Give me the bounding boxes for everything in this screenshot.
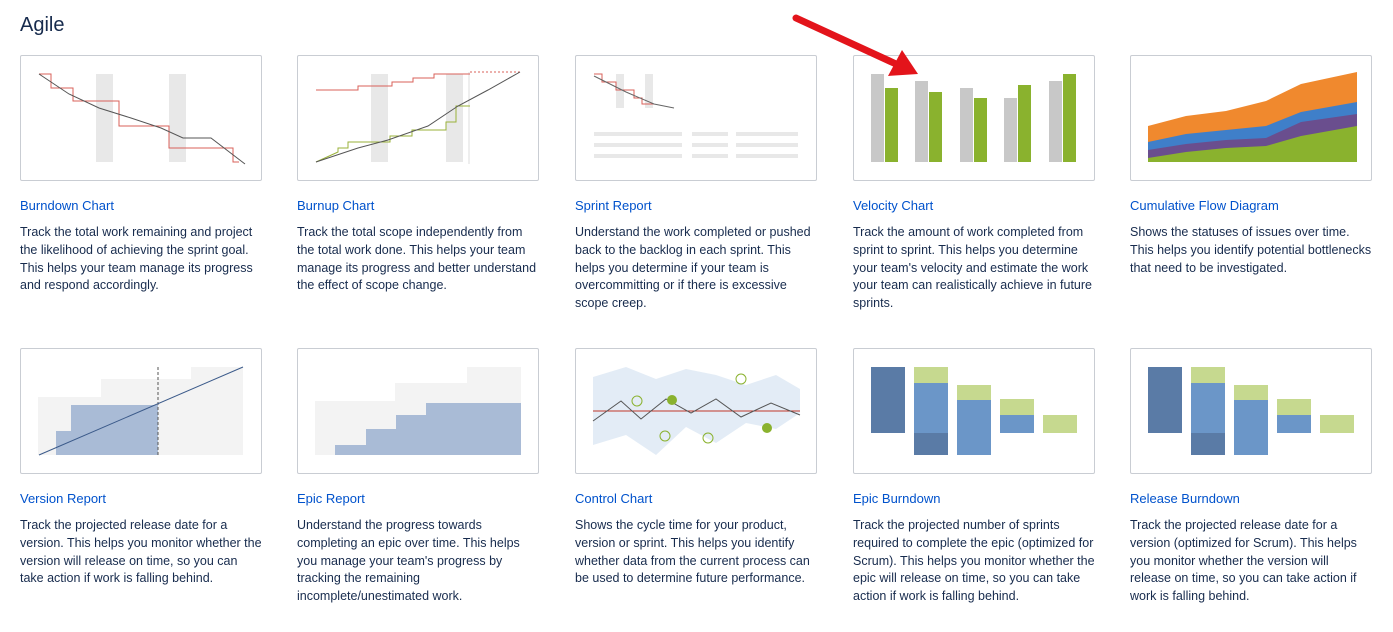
report-card-burndown: Burndown Chart Track the total work rema…: [20, 55, 262, 295]
report-card-velocity: Velocity Chart Track the amount of work …: [853, 55, 1095, 313]
report-link-burnup-chart[interactable]: Burnup Chart: [297, 198, 539, 214]
section-title: Agile: [20, 14, 65, 36]
control-chart-thumbnail[interactable]: [575, 348, 817, 474]
report-card-epic-burndown: Epic Burndown Track the projected number…: [853, 348, 1095, 606]
report-description: Understand the work completed or pushed …: [575, 225, 811, 311]
report-card-version: Version Report Track the projected relea…: [20, 348, 262, 588]
report-description: Understand the progress towards completi…: [297, 518, 520, 604]
report-description: Track the total scope independently from…: [297, 225, 537, 293]
report-link-epic-burndown[interactable]: Epic Burndown: [853, 491, 1095, 507]
burnup-chart-thumbnail[interactable]: [297, 55, 539, 181]
report-description: Shows the statuses of issues over time. …: [1130, 225, 1372, 275]
report-link-version-report[interactable]: Version Report: [20, 491, 262, 507]
report-description: Track the amount of work completed from …: [853, 225, 1093, 311]
report-link-burndown-chart[interactable]: Burndown Chart: [20, 198, 262, 214]
report-description: Track the projected release date for a v…: [20, 518, 262, 586]
report-card-cumulative-flow: Cumulative Flow Diagram Shows the status…: [1130, 55, 1372, 277]
report-description: Track the projected number of sprints re…: [853, 518, 1095, 604]
report-description: Track the projected release date for a v…: [1130, 518, 1357, 604]
report-link-cumulative-flow-diagram[interactable]: Cumulative Flow Diagram: [1130, 198, 1372, 214]
epic-burndown-thumbnail[interactable]: [853, 348, 1095, 474]
report-card-sprint: Sprint Report Understand the work comple…: [575, 55, 817, 313]
red-arrow-icon: [792, 14, 918, 76]
report-card-control: Control Chart Shows the cycle time for y…: [575, 348, 817, 588]
report-link-epic-report[interactable]: Epic Report: [297, 491, 539, 507]
report-link-velocity-chart[interactable]: Velocity Chart: [853, 198, 1095, 214]
report-card-release-burndown: Release Burndown Track the projected rel…: [1130, 348, 1372, 606]
version-report-thumbnail[interactable]: [20, 348, 262, 474]
report-card-epic: Epic Report Understand the progress towa…: [297, 348, 539, 606]
report-card-burnup: Burnup Chart Track the total scope indep…: [297, 55, 539, 295]
report-link-control-chart[interactable]: Control Chart: [575, 491, 817, 507]
report-link-release-burndown[interactable]: Release Burndown: [1130, 491, 1372, 507]
report-description: Track the total work remaining and proje…: [20, 225, 253, 293]
burndown-chart-thumbnail[interactable]: [20, 55, 262, 181]
cumulative-flow-thumbnail[interactable]: [1130, 55, 1372, 181]
report-link-sprint-report[interactable]: Sprint Report: [575, 198, 817, 214]
release-burndown-thumbnail[interactable]: [1130, 348, 1372, 474]
sprint-report-thumbnail[interactable]: [575, 55, 817, 181]
epic-report-thumbnail[interactable]: [297, 348, 539, 474]
report-description: Shows the cycle time for your product, v…: [575, 518, 810, 586]
